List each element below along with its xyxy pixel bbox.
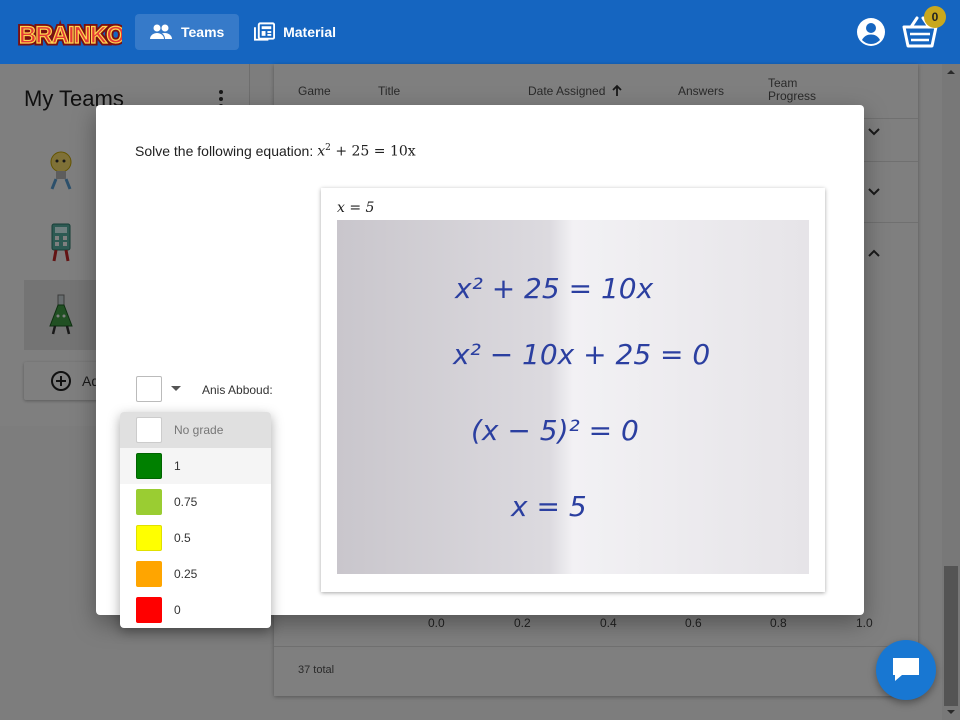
app-bar: BRAINKOS BRAINKOS Teams Material 0 <box>0 0 960 64</box>
grade-option-0-5[interactable]: 0.5 <box>120 520 271 556</box>
question-text: Solve the following equation: x2 + 25 = … <box>135 143 416 160</box>
grade-color-swatch <box>136 561 162 587</box>
people-icon <box>150 24 172 39</box>
grade-option-label: 0.75 <box>174 495 198 509</box>
student-answer-card: x = 5 x² + 25 = 10x x² − 10x + 25 = 0 (x… <box>321 188 825 592</box>
brainkos-logo[interactable]: BRAINKOS BRAINKOS <box>16 12 123 52</box>
grade-color-swatch <box>136 597 162 623</box>
nav-material-label: Material <box>283 24 336 40</box>
grade-color-swatch <box>136 417 162 443</box>
nav-material-button[interactable]: Material <box>244 14 348 50</box>
typed-answer: x = 5 <box>337 200 375 216</box>
grade-option-label: 1 <box>174 459 181 473</box>
question-prefix: Solve the following equation: <box>135 143 314 159</box>
student-name-label: Anis Abboud: <box>202 383 273 397</box>
grade-option-label: No grade <box>174 423 224 437</box>
svg-text:BRAINKOS: BRAINKOS <box>19 22 122 49</box>
grade-option-no-grade: No grade <box>120 412 271 448</box>
handwriting-line-2: x² − 10x + 25 = 0 <box>452 338 710 371</box>
handwritten-answer-photo[interactable]: x² + 25 = 10x x² − 10x + 25 = 0 (x − 5)²… <box>337 220 809 574</box>
handwriting-line-1: x² + 25 = 10x <box>454 272 654 305</box>
equation-exponent: 2 <box>325 143 331 154</box>
nav-teams-button[interactable]: Teams <box>135 14 239 50</box>
chat-bubble-icon <box>893 658 919 681</box>
handwriting-line-4: x = 5 <box>510 490 587 523</box>
grade-option-0-25[interactable]: 0.25 <box>120 556 271 592</box>
grade-option-0[interactable]: 0 <box>120 592 271 628</box>
dropdown-arrow-icon[interactable] <box>170 383 182 393</box>
equation-rest: + 25 = 10x <box>335 144 416 160</box>
basket-count-badge: 0 <box>924 6 946 28</box>
grade-option-label: 0.25 <box>174 567 198 581</box>
grade-option-label: 0 <box>174 603 181 617</box>
account-icon[interactable] <box>855 16 887 48</box>
grade-color-swatch <box>136 453 162 479</box>
question-equation: x2 + 25 = 10x <box>317 143 415 160</box>
newspaper-icon <box>254 22 276 41</box>
grade-dropdown-menu: No grade 1 0.75 0.5 0.25 0 <box>120 412 271 628</box>
grade-option-0-75[interactable]: 0.75 <box>120 484 271 520</box>
grade-option-label: 0.5 <box>174 531 191 545</box>
grade-color-box[interactable] <box>136 376 162 402</box>
handwriting-line-3: (x − 5)² = 0 <box>471 414 639 447</box>
nav-teams-label: Teams <box>181 24 225 40</box>
grade-color-swatch <box>136 489 162 515</box>
chat-button[interactable] <box>876 640 936 700</box>
grade-option-1[interactable]: 1 <box>120 448 271 484</box>
grade-color-swatch <box>136 525 162 551</box>
equation-base: x <box>317 144 326 160</box>
